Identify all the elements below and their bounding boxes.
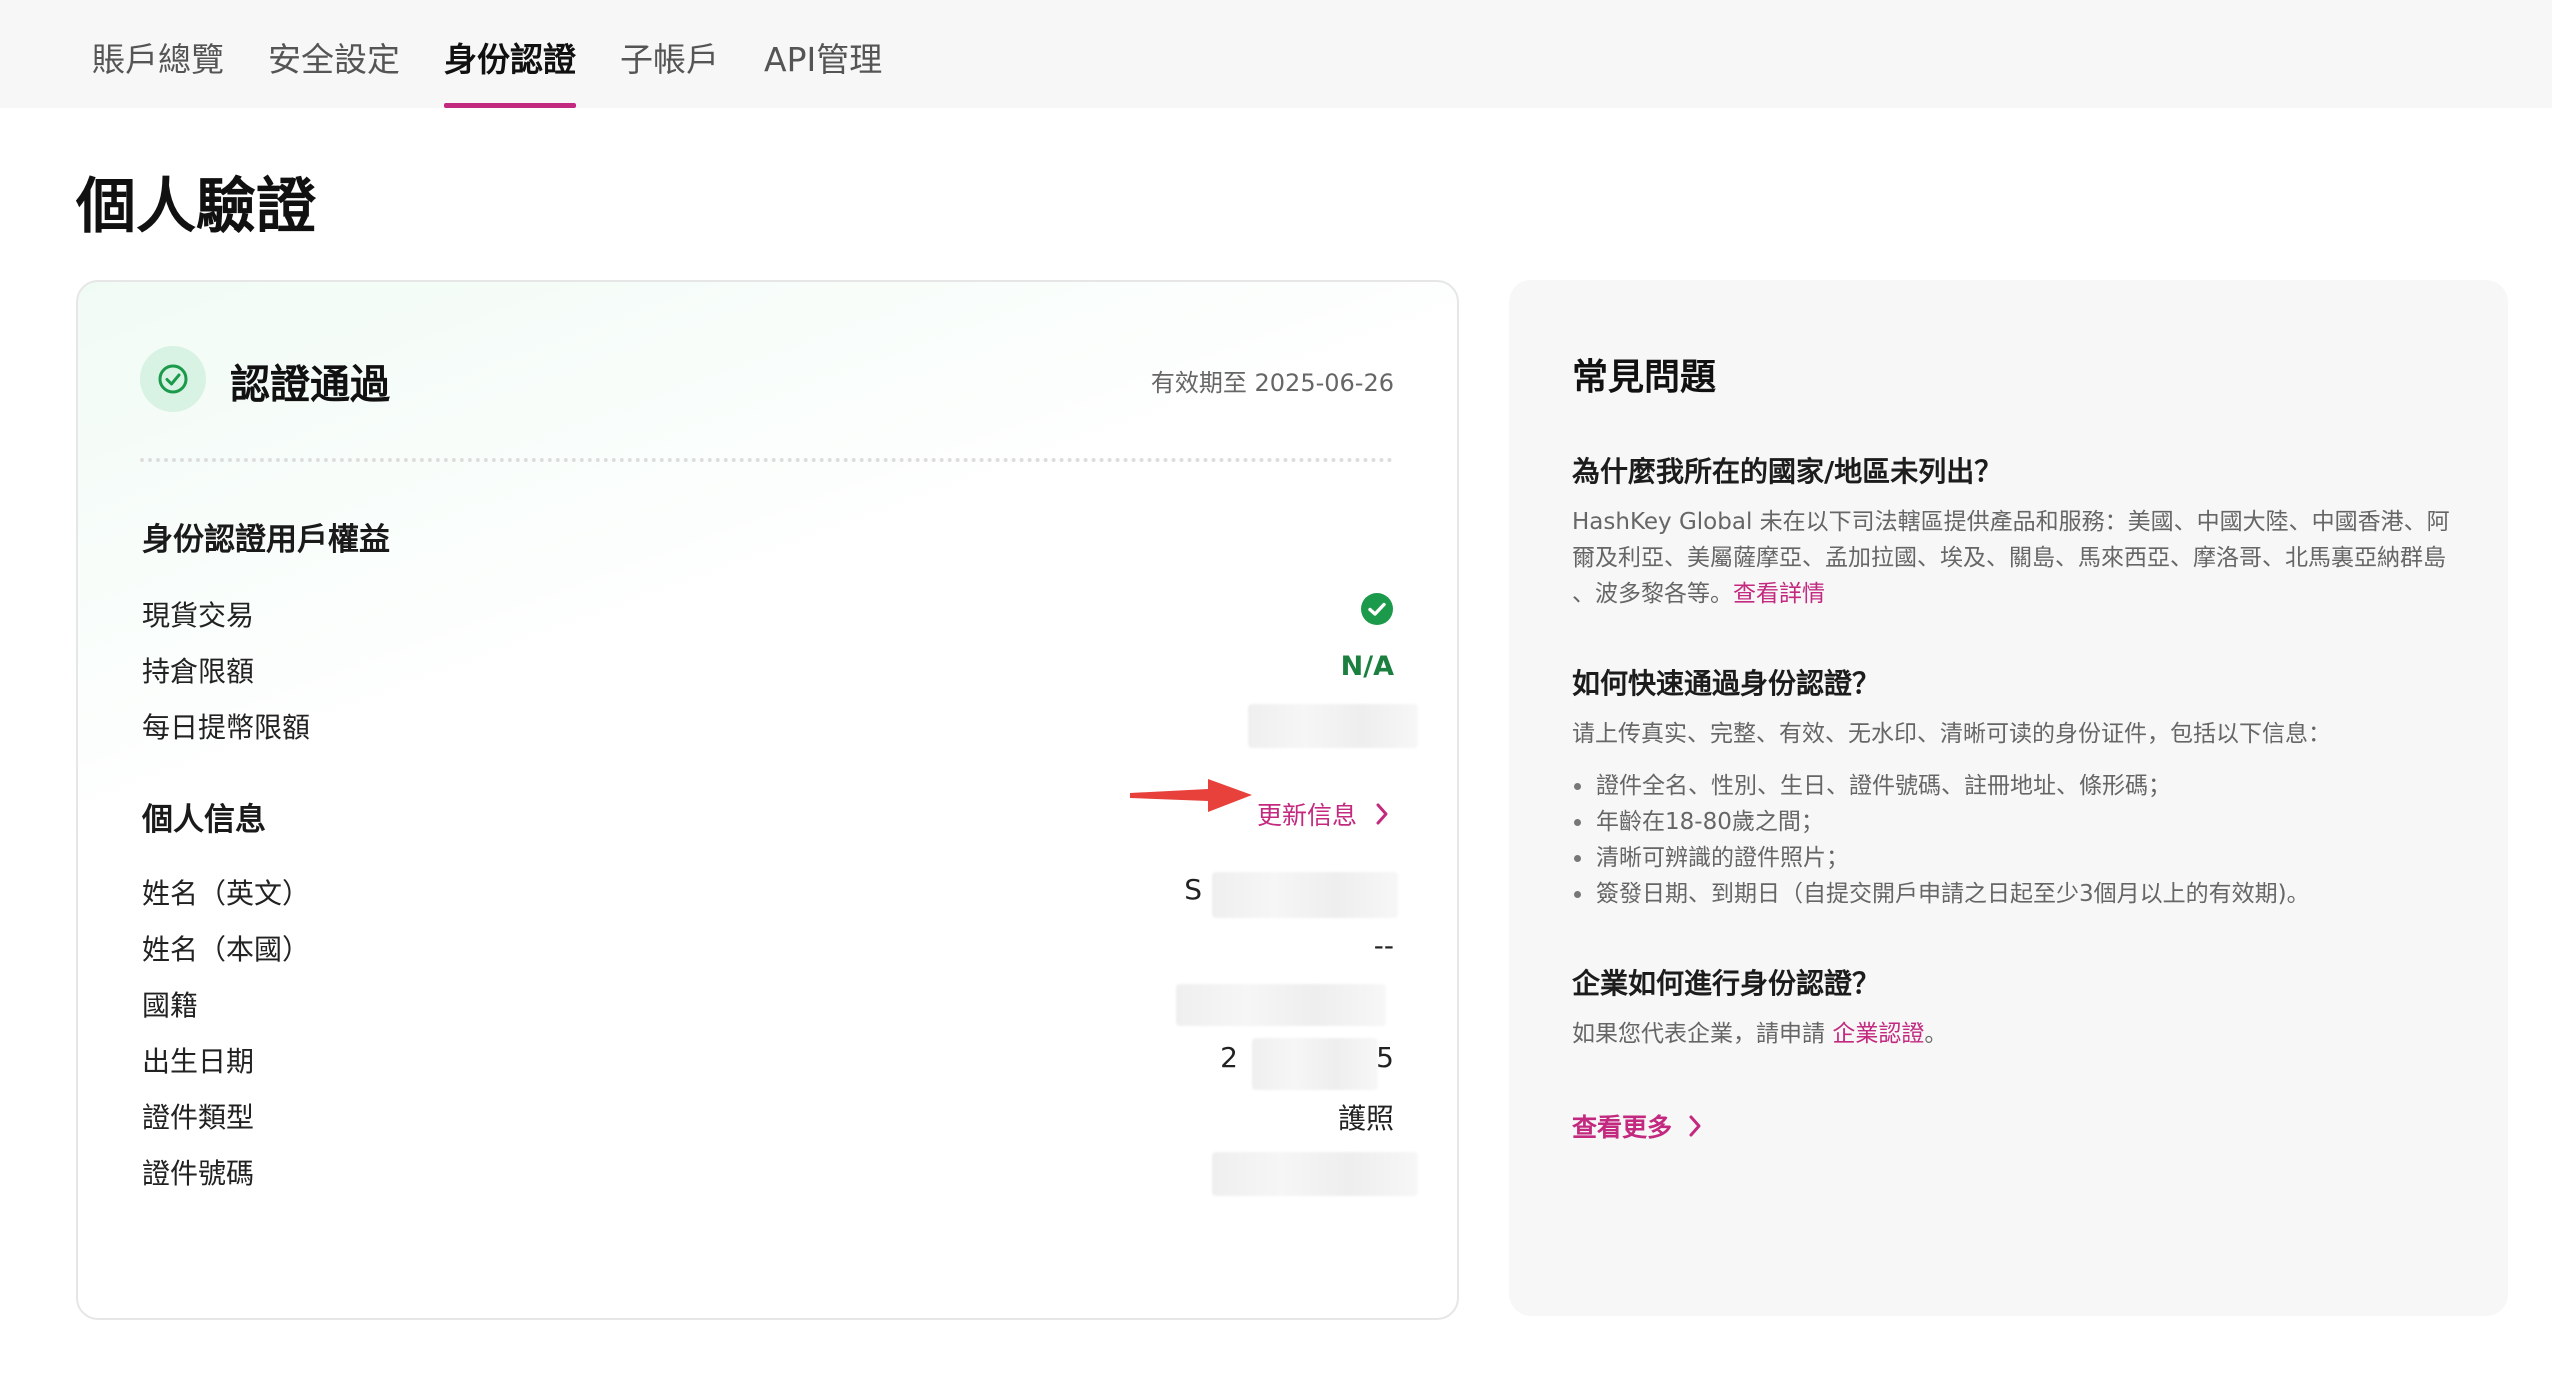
redacted-name-english <box>1212 872 1398 918</box>
faq-answer-3-end: 。 <box>1924 1021 1948 1047</box>
chevron-right-icon <box>1376 803 1388 825</box>
faq-answer-3-text: 如果您代表企業，請申請 <box>1572 1021 1833 1047</box>
redacted-date-of-birth <box>1252 1038 1378 1090</box>
value-name-native: -- <box>1373 929 1394 962</box>
value-date-of-birth-end: 5 <box>1376 1041 1394 1074</box>
list-item: 證件全名、性別、生日、證件號碼、註冊地址、條形碼； <box>1572 768 2310 804</box>
top-nav: 賬戶總覽 安全設定 身份認證 子帳戶 API管理 <box>0 0 2552 108</box>
faq-question-1: 為什麼我所在的國家/地區未列出？ <box>1572 455 2003 488</box>
personal-info-title: 個人信息 <box>142 802 266 838</box>
faq-answer-1: HashKey Global 未在以下司法轄區提供產品和服務：美國、中國大陸、中… <box>1572 504 2452 612</box>
check-circle-icon <box>140 346 206 412</box>
value-document-type: 護照 <box>1337 1102 1394 1135</box>
page-title: 個人驗證 <box>76 172 316 242</box>
label-nationality: 國籍 <box>142 989 199 1022</box>
label-name-english: 姓名（英文） <box>142 877 311 910</box>
label-document-number: 證件號碼 <box>142 1157 255 1190</box>
faq-view-details-link[interactable]: 查看詳情 <box>1733 581 1825 607</box>
benefit-label-daily-withdrawal-limit: 每日提幣限額 <box>142 711 311 744</box>
tab-account-overview[interactable]: 賬戶總覽 <box>92 34 224 108</box>
chevron-right-icon <box>1689 1115 1701 1137</box>
enterprise-verification-link[interactable]: 企業認證 <box>1832 1021 1924 1047</box>
tab-identity-verification[interactable]: 身份認證 <box>444 34 576 108</box>
benefits-title: 身份認證用戶權益 <box>142 522 390 558</box>
value-name-english: S <box>1184 873 1202 906</box>
redacted-daily-withdrawal-limit <box>1248 704 1418 748</box>
faq-question-3: 企業如何進行身份認證？ <box>1572 967 1881 1000</box>
redacted-nationality <box>1176 984 1386 1026</box>
position-limit-value: N/A <box>1340 651 1394 682</box>
redacted-document-number <box>1212 1152 1418 1196</box>
label-date-of-birth: 出生日期 <box>142 1045 255 1078</box>
annotation-arrow-icon <box>1130 779 1252 812</box>
update-info-label: 更新信息 <box>1257 801 1358 830</box>
list-item: 年齡在18-80歲之間； <box>1572 804 2310 840</box>
benefit-label-spot-trading: 現貨交易 <box>142 599 255 632</box>
tab-security-settings[interactable]: 安全設定 <box>268 34 400 108</box>
faq-answer-2-list: 證件全名、性別、生日、證件號碼、註冊地址、條形碼； 年齡在18-80歲之間； 清… <box>1572 768 2310 912</box>
label-document-type: 證件類型 <box>142 1101 255 1134</box>
divider <box>140 458 1393 462</box>
verification-status: 認證通過 <box>230 362 390 408</box>
view-more-link[interactable]: 查看更多 <box>1572 1108 1702 1144</box>
faq-question-2: 如何快速通過身份認證？ <box>1572 667 1881 700</box>
valid-until: 有效期至 2025-06-26 <box>1150 369 1394 397</box>
spot-trading-check-icon <box>1360 592 1394 626</box>
value-date-of-birth-start: 2 <box>1220 1041 1238 1074</box>
list-item: 簽發日期、到期日（自提交開戶申請之日起至少3個月以上的有效期)。 <box>1572 876 2310 912</box>
update-info-link[interactable]: 更新信息 <box>1257 796 1389 832</box>
label-name-native: 姓名（本國） <box>142 933 311 966</box>
tab-sub-accounts[interactable]: 子帳戶 <box>620 34 719 108</box>
view-more-label: 查看更多 <box>1572 1113 1673 1142</box>
faq-answer-1-text: HashKey Global 未在以下司法轄區提供產品和服務：美國、中國大陸、中… <box>1572 509 2450 607</box>
faq-answer-3: 如果您代表企業，請申請 企業認證。 <box>1572 1016 2452 1052</box>
list-item: 清晰可辨識的證件照片； <box>1572 840 2310 876</box>
tab-api-management[interactable]: API管理 <box>764 34 882 108</box>
faq-answer-2: 请上传真实、完整、有效、无水印、清晰可读的身份证件，包括以下信息： <box>1572 721 2331 747</box>
faq-title: 常見問題 <box>1572 357 1717 398</box>
benefit-label-position-limit: 持倉限額 <box>142 655 255 688</box>
